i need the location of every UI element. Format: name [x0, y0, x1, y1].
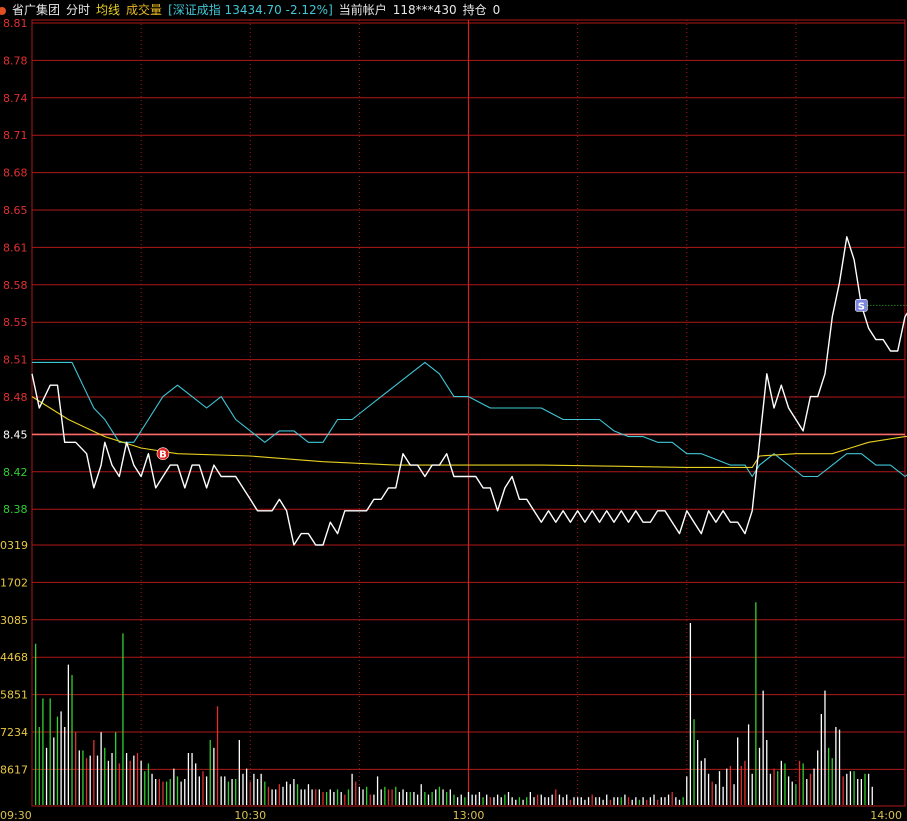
price-tick-label: 8.81 [3, 17, 28, 30]
volume-tick-label: 8617 [0, 763, 28, 776]
volume-tick-label: 1702 [0, 576, 28, 589]
intraday-chart[interactable]: 8.81 8.78 8.74 8.71 8.68 8.65 8.61 8.58 8.55 8.51… [0, 0, 907, 821]
price-tick-label: 8.68 [3, 167, 28, 180]
price-tick-label: 8.45 [3, 428, 28, 441]
chart-grid [31, 19, 906, 807]
buy-marker-label: B [159, 450, 167, 461]
volume-tick-label: 4468 [0, 651, 28, 664]
time-tick-label: 10:30 [234, 809, 266, 821]
price-tick-label: 8.55 [3, 316, 28, 329]
volume-tick-label: 3085 [0, 614, 28, 627]
price-tick-label: 8.48 [3, 391, 28, 404]
time-tick-label: 09:30 [0, 809, 32, 821]
time-axis-labels: 09:30 10:30 13:00 14:00 [0, 809, 902, 821]
volume-axis-labels: 0319 1702 3085 4468 5851 7234 8617 [0, 539, 28, 776]
volume-tick-label: 0319 [0, 539, 28, 552]
time-tick-label: 14:00 [870, 809, 902, 821]
volume-bars [34, 602, 873, 805]
price-tick-label: 8.71 [3, 129, 28, 142]
volume-tick-label: 5851 [0, 689, 28, 702]
price-axis-labels: 8.81 8.78 8.74 8.71 8.68 8.65 8.61 8.58 8.55 8.51… [3, 17, 28, 516]
price-tick-label: 8.42 [3, 466, 28, 479]
volume-tick-label: 7234 [0, 726, 28, 739]
price-tick-label: 8.61 [3, 241, 28, 254]
price-tick-label: 8.38 [3, 503, 28, 516]
sell-marker[interactable]: S [855, 299, 868, 312]
price-line [31, 236, 907, 546]
buy-marker[interactable]: B [156, 447, 170, 461]
time-tick-label: 13:00 [453, 809, 485, 821]
price-lines [31, 236, 907, 546]
price-tick-label: 8.58 [3, 279, 28, 292]
index-line [32, 361, 907, 478]
price-tick-label: 8.65 [3, 204, 28, 217]
price-tick-label: 8.51 [3, 354, 28, 367]
price-tick-label: 8.78 [3, 54, 28, 67]
sell-marker-label: S [858, 301, 865, 312]
trade-markers[interactable]: BS [156, 299, 907, 461]
price-tick-label: 8.74 [3, 92, 28, 105]
